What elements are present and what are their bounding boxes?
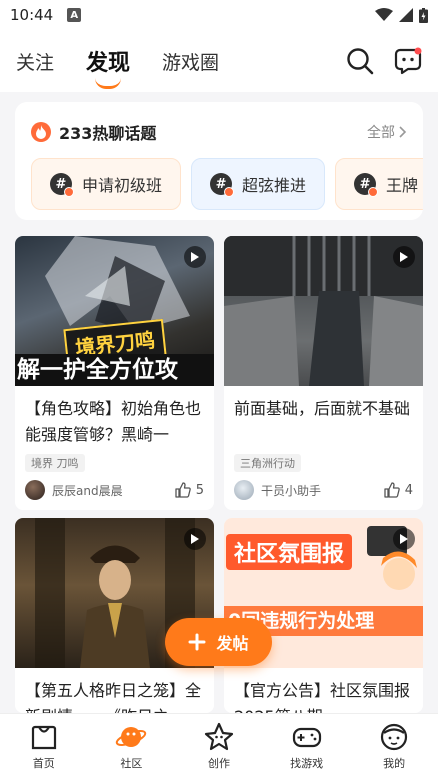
topic-hash-icon: # bbox=[354, 173, 379, 197]
nav-create[interactable]: 创作 bbox=[175, 714, 263, 780]
nav-home[interactable]: 首页 bbox=[0, 714, 88, 780]
nav-find-games-label: 找游戏 bbox=[290, 757, 324, 770]
feed-card[interactable]: 【第五人格昨日之笼】全新剧情——《昨日之 bbox=[15, 518, 214, 713]
like-button[interactable]: 5 bbox=[175, 482, 204, 498]
video-play-icon bbox=[184, 246, 206, 268]
topic-chips: # 申请初级班 # 超弦推进 # 王牌 bbox=[15, 144, 423, 210]
nav-create-label: 创作 bbox=[207, 757, 230, 770]
thumbs-up-icon bbox=[175, 482, 191, 498]
nav-profile[interactable]: 我的 bbox=[350, 714, 438, 780]
post-author[interactable]: 干员小助手 bbox=[261, 482, 321, 499]
topic-chip[interactable]: # 王牌 bbox=[335, 158, 423, 210]
all-topics-label: 全部 bbox=[367, 125, 395, 141]
gamepad-icon bbox=[292, 727, 321, 748]
post-author[interactable]: 辰辰and晨晨 bbox=[52, 482, 123, 499]
avatar[interactable] bbox=[234, 480, 254, 500]
like-button[interactable]: 4 bbox=[384, 482, 413, 498]
topic-chip-label: 王牌 bbox=[386, 176, 419, 195]
post-thumbnail: 境界刀鸣 解一护全方位攻 bbox=[15, 236, 214, 386]
post-game-tag[interactable]: 境界 刀鸣 bbox=[25, 454, 85, 472]
signal-icon bbox=[399, 8, 413, 22]
like-count: 5 bbox=[195, 482, 204, 498]
search-icon[interactable] bbox=[346, 47, 374, 75]
home-icon bbox=[31, 725, 56, 750]
community-planet-icon bbox=[116, 727, 147, 747]
video-play-icon bbox=[393, 528, 415, 550]
video-play-icon bbox=[184, 528, 206, 550]
top-nav: 关注 发现 游戏圈 bbox=[0, 30, 438, 92]
wifi-icon bbox=[375, 8, 393, 21]
fire-icon bbox=[31, 122, 51, 142]
nav-profile-label: 我的 bbox=[383, 757, 406, 770]
plus-icon bbox=[188, 633, 206, 651]
feed-card[interactable]: 境界刀鸣 解一护全方位攻 【角色攻略】初始角色也能强度管够？黑崎一 境界 刀鸣 … bbox=[15, 236, 214, 510]
nav-find-games[interactable]: 找游戏 bbox=[263, 714, 351, 780]
nav-home-label: 首页 bbox=[32, 757, 55, 770]
tab-follow[interactable]: 关注 bbox=[16, 48, 54, 75]
topic-chip[interactable]: # 超弦推进 bbox=[191, 158, 326, 210]
feed-card[interactable]: 前面基础，后面就不基础 三角洲行动 干员小助手 4 bbox=[224, 236, 423, 510]
like-count: 4 bbox=[404, 482, 413, 498]
thumbs-up-icon bbox=[384, 482, 400, 498]
topic-chip-label: 申请初级班 bbox=[82, 176, 163, 195]
battery-icon bbox=[419, 7, 428, 23]
topic-hash-icon: # bbox=[210, 173, 235, 197]
post-title: 【角色攻略】初始角色也能强度管够？黑崎一 bbox=[25, 399, 202, 444]
tab-game-circle[interactable]: 游戏圈 bbox=[162, 48, 219, 75]
feed-card[interactable]: 社区氛围报 0回违规行为处理 【官方公告】社区氛围报2025第八期 bbox=[224, 518, 423, 713]
post-game-tag[interactable]: 三角洲行动 bbox=[234, 454, 301, 472]
hot-topics-title: 233热聊话题 bbox=[59, 124, 157, 143]
hot-topics-card: 233热聊话题 全部 # 申请初级班 # 超弦推进 # 王牌 bbox=[15, 102, 423, 220]
create-post-button[interactable]: 发帖 bbox=[165, 618, 272, 666]
post-thumbnail bbox=[224, 236, 423, 386]
status-bar: 10:44 A bbox=[0, 0, 438, 30]
nav-community-label: 社区 bbox=[120, 757, 143, 770]
bottom-nav: 首页 社区 创作 找游戏 我的 bbox=[0, 713, 438, 780]
message-icon[interactable] bbox=[394, 47, 422, 75]
app-notification-icon: A bbox=[67, 8, 82, 22]
create-post-label: 发帖 bbox=[216, 634, 249, 653]
post-title: 前面基础，后面就不基础 bbox=[234, 399, 411, 418]
tab-discover[interactable]: 发现 bbox=[86, 45, 130, 89]
post-overlay-text: 解一护全方位攻 bbox=[15, 354, 214, 386]
video-play-icon bbox=[393, 246, 415, 268]
profile-icon bbox=[381, 723, 408, 751]
status-time: 10:44 bbox=[10, 6, 54, 24]
nav-community[interactable]: 社区 bbox=[88, 714, 176, 780]
chevron-right-icon bbox=[399, 126, 407, 138]
post-title: 【官方公告】社区氛围报2025第八期 bbox=[234, 681, 411, 713]
create-star-icon bbox=[204, 722, 234, 751]
all-topics-link[interactable]: 全部 bbox=[367, 122, 407, 142]
post-banner-text: 社区氛围报 bbox=[226, 534, 353, 570]
post-title: 【第五人格昨日之笼】全新剧情——《昨日之 bbox=[25, 681, 202, 713]
topic-chip[interactable]: # 申请初级班 bbox=[31, 158, 182, 210]
avatar[interactable] bbox=[25, 480, 45, 500]
topic-chip-label: 超弦推进 bbox=[242, 176, 307, 195]
topic-hash-icon: # bbox=[50, 173, 74, 197]
